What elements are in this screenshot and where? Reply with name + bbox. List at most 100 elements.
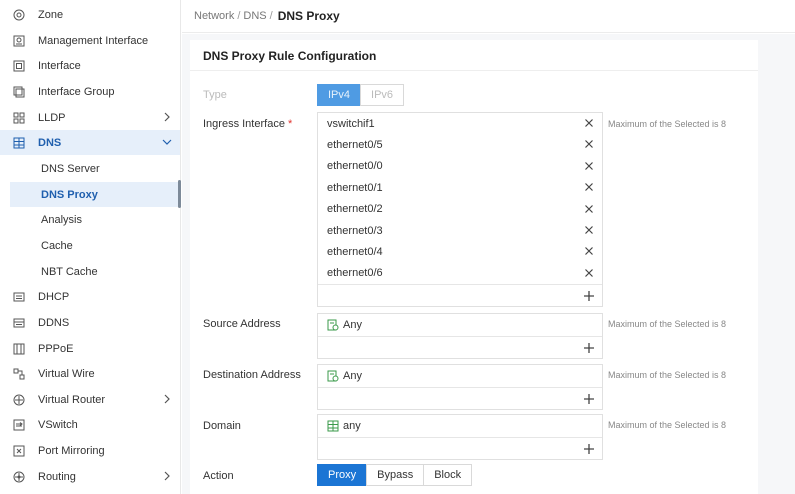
sidebar-item-label: Virtual Router: [38, 393, 106, 406]
sidebar-item-label: Interface Group: [38, 85, 115, 98]
required-mark: *: [287, 118, 293, 130]
action-proxy-button[interactable]: Proxy: [317, 464, 368, 486]
plus-icon[interactable]: [583, 393, 595, 405]
domain-object-icon: [327, 420, 339, 432]
breadcrumb-dns[interactable]: DNS: [243, 10, 266, 22]
sidebar-item-routing[interactable]: Routing: [0, 464, 180, 489]
address-object-icon: [327, 370, 339, 382]
sidebar-scrollbar[interactable]: [178, 180, 181, 208]
list-item-label: ethernet0/0: [327, 160, 383, 173]
ingress-interface-label-text: Ingress Interface: [203, 118, 285, 130]
zone-icon: [13, 9, 25, 21]
ingress-interface-label: Ingress Interface *: [203, 118, 292, 130]
close-icon[interactable]: [584, 118, 594, 128]
type-ipv6-button[interactable]: IPv6: [360, 84, 405, 106]
sidebar-item-label: PPPoE: [38, 342, 74, 355]
close-icon[interactable]: [584, 182, 594, 192]
destination-address-value: Any: [343, 370, 362, 382]
chevron-right-icon: [164, 112, 170, 122]
sidebar-item-virtual-wire[interactable]: Virtual Wire: [0, 361, 180, 386]
source-address-list: Any: [317, 313, 603, 359]
breadcrumb-separator: /: [237, 10, 241, 22]
list-item: ethernet0/5: [318, 134, 602, 155]
sidebar-item-pppoe[interactable]: PPPoE: [0, 336, 180, 361]
action-selector: Proxy Bypass Block: [317, 464, 473, 486]
sidebar-item-label: DDNS: [38, 316, 70, 329]
sidebar-item-label: Interface: [38, 59, 81, 72]
close-icon[interactable]: [584, 161, 594, 171]
sidebar-item-label: LLDP: [38, 111, 66, 124]
interface-icon: [13, 60, 25, 72]
breadcrumb-network[interactable]: Network: [194, 10, 234, 22]
sidebar-item-interface[interactable]: Interface: [0, 53, 180, 78]
vswitch-icon: [13, 419, 25, 431]
close-icon[interactable]: [584, 139, 594, 149]
sidebar-item-virtual-router[interactable]: Virtual Router: [0, 387, 180, 412]
list-item-label: ethernet0/4: [327, 246, 383, 259]
list-item: ethernet0/2: [318, 199, 602, 220]
close-icon[interactable]: [584, 225, 594, 235]
add-row: [318, 284, 602, 306]
sidebar-subitem-dns-server[interactable]: DNS Server: [10, 156, 180, 181]
source-hint: Maximum of the Selected is 8: [608, 319, 727, 329]
breadcrumb: Network / DNS / DNS Proxy: [182, 0, 795, 33]
list-item: Any: [318, 365, 602, 387]
sidebar-item-dns[interactable]: DNS: [0, 130, 180, 155]
close-icon[interactable]: [584, 204, 594, 214]
domain-value: any: [343, 420, 361, 432]
sidebar-subitem-nbt-cache[interactable]: NBT Cache: [10, 259, 180, 284]
port-mirroring-icon: [13, 445, 25, 457]
sidebar: Zone Management Interface Interface Inte…: [0, 0, 181, 494]
sidebar-item-label: Management Interface: [38, 34, 149, 47]
type-ipv4-button[interactable]: IPv4: [317, 84, 362, 106]
dns-icon: [13, 137, 25, 149]
list-item-label: vswitchif1: [327, 117, 375, 130]
sidebar-item-label: DHCP: [38, 290, 70, 303]
domain-label: Domain: [203, 420, 241, 432]
destination-hint: Maximum of the Selected is 8: [608, 370, 727, 380]
chevron-down-icon: [162, 139, 172, 145]
ddns-icon: [13, 317, 25, 329]
action-block-button[interactable]: Block: [423, 464, 473, 486]
list-item: vswitchif1: [318, 113, 602, 134]
sidebar-item-ddns[interactable]: DDNS: [0, 310, 180, 335]
chevron-right-icon: [164, 471, 170, 481]
sidebar-item-port-mirroring[interactable]: Port Mirroring: [0, 438, 180, 463]
plus-icon[interactable]: [583, 290, 595, 302]
list-item-label: ethernet0/2: [327, 203, 383, 216]
source-address-label: Source Address: [203, 318, 281, 330]
interface-group-icon: [13, 86, 25, 98]
sidebar-item-management-interface[interactable]: Management Interface: [0, 28, 180, 53]
add-row: [318, 387, 602, 409]
virtual-router-icon: [13, 394, 25, 406]
sidebar-item-interface-group[interactable]: Interface Group: [0, 79, 180, 104]
type-label: Type: [203, 89, 227, 101]
sidebar-item-vswitch[interactable]: VSwitch: [0, 412, 180, 437]
action-bypass-button[interactable]: Bypass: [366, 464, 425, 486]
domain-hint: Maximum of the Selected is 8: [608, 420, 727, 430]
sidebar-subitem-dns-proxy[interactable]: DNS Proxy: [10, 182, 180, 207]
sidebar-item-label: Port Mirroring: [38, 444, 105, 457]
sidebar-item-label: DNS: [38, 136, 62, 149]
list-item-label: ethernet0/1: [327, 181, 383, 194]
sidebar-item-lldp[interactable]: LLDP: [0, 105, 180, 130]
destination-address-label: Destination Address: [203, 369, 301, 381]
destination-address-list: Any: [317, 364, 603, 410]
list-item: ethernet0/3: [318, 220, 602, 241]
management-interface-icon: [13, 35, 25, 47]
plus-icon[interactable]: [583, 443, 595, 455]
sidebar-item-zone[interactable]: Zone: [0, 2, 180, 27]
list-item-label: ethernet0/3: [327, 224, 383, 237]
sidebar-subitem-cache[interactable]: Cache: [10, 233, 180, 258]
close-icon[interactable]: [584, 268, 594, 278]
close-icon[interactable]: [584, 246, 594, 256]
virtual-wire-icon: [13, 368, 25, 380]
list-item: ethernet0/4: [318, 241, 602, 262]
sidebar-item-dhcp[interactable]: DHCP: [0, 284, 180, 309]
list-item: Any: [318, 314, 602, 336]
sidebar-subitem-analysis[interactable]: Analysis: [10, 207, 180, 232]
routing-icon: [13, 471, 25, 483]
sidebar-item-label: Zone: [38, 8, 64, 21]
sidebar-item-label: Virtual Wire: [38, 367, 95, 380]
plus-icon[interactable]: [583, 342, 595, 354]
